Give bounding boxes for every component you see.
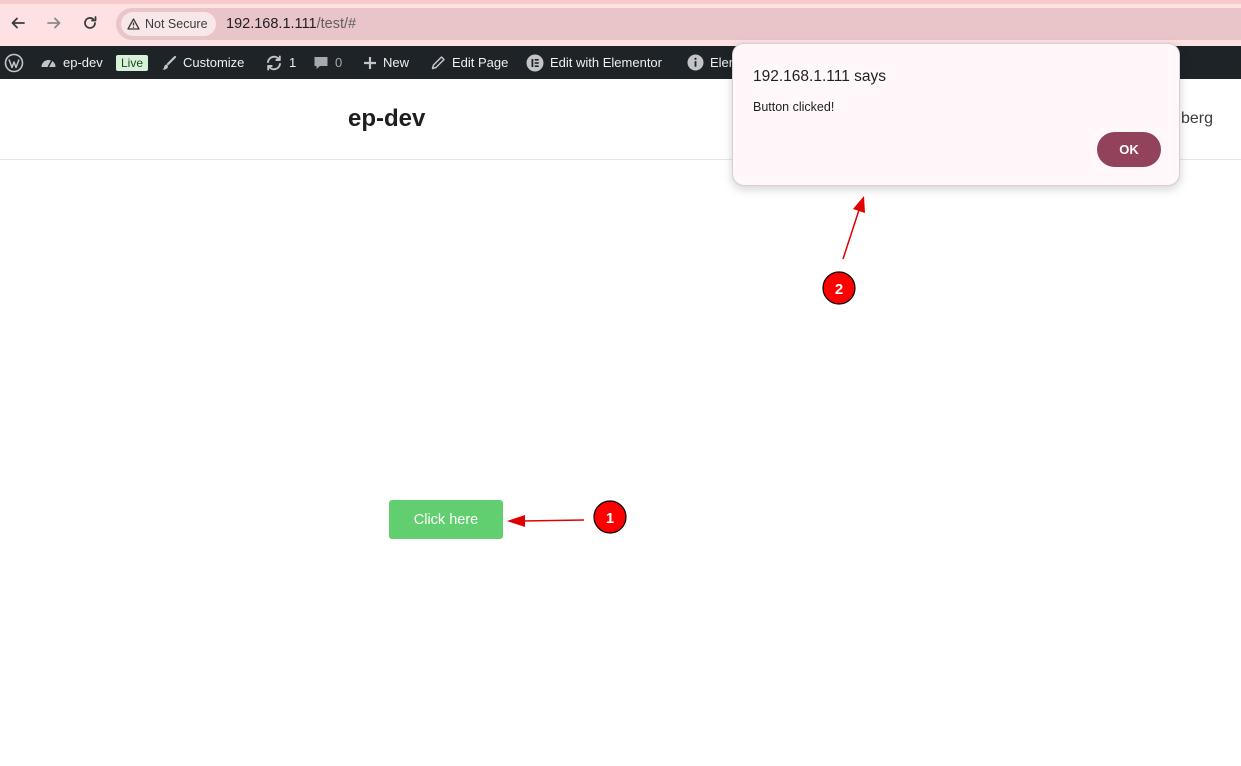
edit-page-link[interactable]: Edit Page <box>430 46 508 79</box>
ok-button[interactable]: OK <box>1097 132 1161 167</box>
site-name-label: ep-dev <box>63 55 103 70</box>
forward-button[interactable] <box>42 11 66 35</box>
reload-icon <box>84 16 97 29</box>
security-chip[interactable]: Not Secure <box>121 12 216 36</box>
arrow-right-icon <box>47 17 61 29</box>
address-bar[interactable]: Not Secure 192.168.1.111/test/# <box>116 8 1241 40</box>
security-label: Not Secure <box>145 17 208 31</box>
nav-menu-item[interactable]: berg <box>1181 110 1213 128</box>
pencil-icon <box>431 55 445 69</box>
warning-icon <box>127 18 140 30</box>
dialog-title: 192.168.1.111 says <box>753 68 886 85</box>
back-button[interactable] <box>6 11 30 35</box>
annotation-marker-2: 2 <box>822 271 856 305</box>
reload-button[interactable] <box>78 11 102 35</box>
annotation-arrow-2 <box>842 196 865 260</box>
click-here-button[interactable]: Click here <box>389 500 503 539</box>
site-name-menu[interactable]: ep-dev <box>40 46 103 79</box>
edit-elementor-label: Edit with Elementor <box>550 55 662 70</box>
marker-2-label: 2 <box>835 281 843 298</box>
plus-icon <box>364 56 376 69</box>
annotation-arrow-1 <box>507 515 585 527</box>
wordpress-menu[interactable] <box>4 46 24 79</box>
url-path: /test/# <box>316 16 357 32</box>
edit-with-elementor-link[interactable]: Edit with Elementor <box>526 46 662 79</box>
elementor-logo-icon <box>526 54 544 71</box>
customize-link[interactable]: Customize <box>161 46 244 79</box>
paintbrush-icon <box>162 55 177 70</box>
url-text[interactable]: 192.168.1.111/test/# <box>226 16 356 32</box>
info-icon <box>687 54 704 71</box>
updates-count: 1 <box>289 55 297 70</box>
new-content-menu[interactable]: New <box>363 46 409 79</box>
browser-toolbar: Not Secure 192.168.1.111/test/# <box>0 0 1241 46</box>
site-title[interactable]: ep-dev <box>348 105 425 133</box>
new-label: New <box>383 55 410 70</box>
url-host: 192.168.1.111 <box>226 16 317 32</box>
live-badge: Live <box>116 46 149 79</box>
dashboard-icon <box>41 60 56 68</box>
comments-link[interactable]: 0 <box>313 46 342 79</box>
edit-page-label: Edit Page <box>452 55 509 70</box>
updates-link[interactable]: 1 <box>265 46 296 79</box>
comment-icon <box>314 56 328 69</box>
marker-1-label: 1 <box>606 510 614 527</box>
arrow-left-icon <box>11 17 25 29</box>
dialog-message: Button clicked! <box>753 100 835 114</box>
wordpress-logo-icon <box>4 53 24 72</box>
alert-dialog: 192.168.1.111 says Button clicked! OK <box>732 43 1180 186</box>
comments-count: 0 <box>335 55 343 70</box>
live-badge-label: Live <box>116 54 149 71</box>
updates-icon <box>267 55 281 70</box>
annotation-marker-1: 1 <box>593 500 627 534</box>
customize-label: Customize <box>183 55 245 70</box>
